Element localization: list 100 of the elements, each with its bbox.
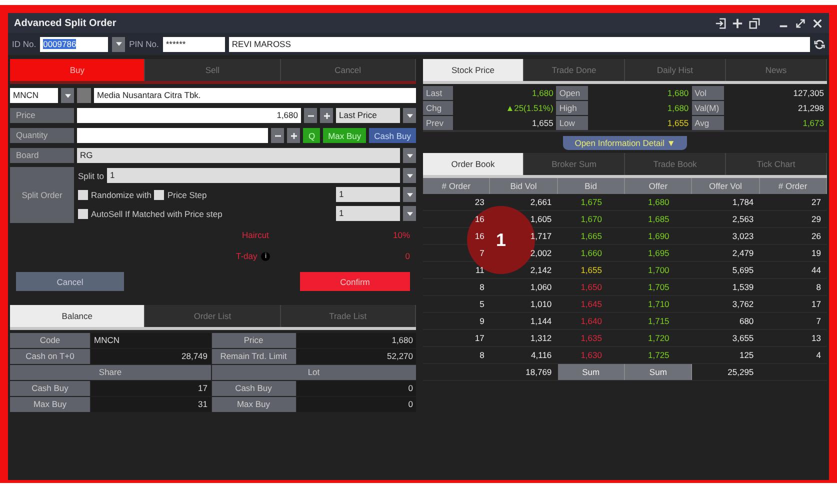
column-header: Bid Vol <box>490 178 558 194</box>
bid-price-cell[interactable]: 1,665 <box>580 228 602 244</box>
decrement-button[interactable] <box>271 128 284 143</box>
pin-field[interactable]: ****** <box>162 36 225 52</box>
column-header: Bid <box>558 178 625 194</box>
plus-icon <box>324 112 330 118</box>
checkbox[interactable] <box>78 208 88 218</box>
table-cell-text: 2,563 <box>732 213 754 226</box>
share-row-label: Cash Buy <box>10 381 90 396</box>
autosell-label: AutoSell If Matched with Price step <box>91 208 224 218</box>
offer-price-cell[interactable]: 1,700 <box>648 262 670 278</box>
bid-price-cell[interactable]: 1,670 <box>580 211 602 227</box>
table-cell-text: 17 <box>474 332 484 345</box>
stat-label: Vol <box>692 86 724 100</box>
minus-icon <box>308 112 314 118</box>
book-tab[interactable]: Order Book <box>423 153 524 175</box>
bid-price-cell[interactable]: 1,655 <box>580 262 602 278</box>
bid-price-cell[interactable]: 1,660 <box>580 245 602 261</box>
t-day-value: 0 <box>405 251 410 261</box>
restore-icon[interactable] <box>749 18 760 28</box>
offer-price-cell[interactable]: 1,710 <box>648 296 670 312</box>
checkbox[interactable] <box>154 190 164 200</box>
caret-icon <box>406 154 412 158</box>
expand-icon[interactable] <box>795 18 806 28</box>
table-cell-text: 5,695 <box>732 264 754 277</box>
refresh-icon[interactable] <box>814 38 825 50</box>
balance-tab[interactable]: Balance <box>10 305 146 327</box>
table-cell-text: 9 <box>480 315 484 328</box>
stat-label: Avg <box>692 116 724 130</box>
board-dropdown[interactable]: RG <box>77 148 400 163</box>
table-cell-text: 27 <box>812 196 821 209</box>
lot-header: Lot <box>212 365 416 380</box>
table-cell-text: 26 <box>812 230 821 243</box>
offer-price-cell[interactable]: 1,715 <box>648 313 670 329</box>
table-cell-text: 44 <box>812 264 821 277</box>
table-cell-text: 7 <box>480 247 484 260</box>
stat-value: 21,298 <box>797 102 825 115</box>
stock-code-field[interactable]: MNCN <box>10 88 58 103</box>
minus-icon <box>274 132 281 138</box>
stat-label: Last <box>423 86 453 100</box>
offer-price-cell[interactable]: 1,695 <box>648 245 670 261</box>
table-cell-text: 8 <box>480 281 484 294</box>
id-label: ID No. <box>12 39 36 49</box>
t-day-label: T-day <box>236 251 258 261</box>
quantity-label: Quantity <box>10 128 74 143</box>
split-to-dropdown[interactable]: 1 <box>107 168 400 183</box>
stat-value: 1,680 <box>666 102 690 115</box>
open-information-button[interactable]: Open Information Detail ▼ <box>562 136 688 150</box>
table-cell-text: 3,762 <box>732 298 754 311</box>
table-cell-text: 1,539 <box>732 281 754 294</box>
haircut-label: Haircut <box>242 230 269 240</box>
share-row-label: Max Buy <box>10 397 90 412</box>
table-cell-text: 7 <box>816 315 821 328</box>
share-value: 31 <box>91 397 210 412</box>
caret-icon <box>64 94 70 98</box>
close-icon[interactable] <box>812 18 823 28</box>
offer-price-cell[interactable]: 1,725 <box>648 347 670 363</box>
price-type-dropdown[interactable]: Last Price <box>336 108 400 123</box>
offer-price-cell[interactable]: 1,690 <box>648 228 670 244</box>
checkbox[interactable] <box>78 190 88 200</box>
stat-label: Low <box>556 116 588 130</box>
table-cell-text: 680 <box>739 315 754 328</box>
table-cell-text: 17 <box>812 298 821 311</box>
stat-label: Open <box>556 86 588 100</box>
column-header: Offer <box>625 178 692 194</box>
offer-price-cell[interactable]: 1,705 <box>648 279 670 295</box>
table-cell-text: 5 <box>480 298 484 311</box>
table-cell-text: 1,312 <box>530 332 552 345</box>
code-label: Code <box>10 333 90 348</box>
stat-value: 1,680 <box>531 87 554 100</box>
login-icon[interactable] <box>715 18 726 28</box>
offer-price-cell[interactable]: 1,685 <box>648 211 670 227</box>
total-cell-text: 25,295 <box>728 366 754 379</box>
info-tab[interactable]: Stock Price <box>423 59 524 81</box>
column-header: # Order <box>423 178 490 194</box>
table-cell-text: 16 <box>474 230 484 243</box>
stat-value: 1,655 <box>666 117 690 130</box>
cash-buy-button[interactable]: Cash Buy <box>369 128 416 143</box>
table-cell-text: 16 <box>474 213 484 226</box>
plus-icon[interactable] <box>732 18 743 28</box>
table-cell-text: 125 <box>739 349 754 362</box>
caret-icon <box>116 42 122 46</box>
cancel-button[interactable]: Cancel <box>16 272 124 291</box>
id-field[interactable]: 0009786 <box>40 36 108 52</box>
quantity-field[interactable] <box>77 128 268 143</box>
offer-price-cell[interactable]: 1,720 <box>648 330 670 346</box>
board-label: Board <box>10 148 74 163</box>
price-step-dropdown[interactable]: 1 <box>336 187 400 202</box>
table-cell-text: 3,655 <box>732 332 754 345</box>
bid-price-cell[interactable]: 1,675 <box>580 194 602 210</box>
table-cell-text: 3,023 <box>732 230 754 243</box>
price-field[interactable]: 1,680 <box>77 108 301 123</box>
offer-price-cell[interactable]: 1,680 <box>648 194 670 210</box>
autosell-step-dropdown[interactable]: 1 <box>336 206 400 221</box>
dropdown-button[interactable] <box>112 36 126 52</box>
increment-button[interactable] <box>287 128 300 143</box>
lot-row-label: Max Buy <box>212 397 296 412</box>
stat-label: Chg <box>423 101 453 115</box>
stat-value: 127,305 <box>792 87 825 100</box>
table-cell-text: 1,605 <box>530 213 552 226</box>
